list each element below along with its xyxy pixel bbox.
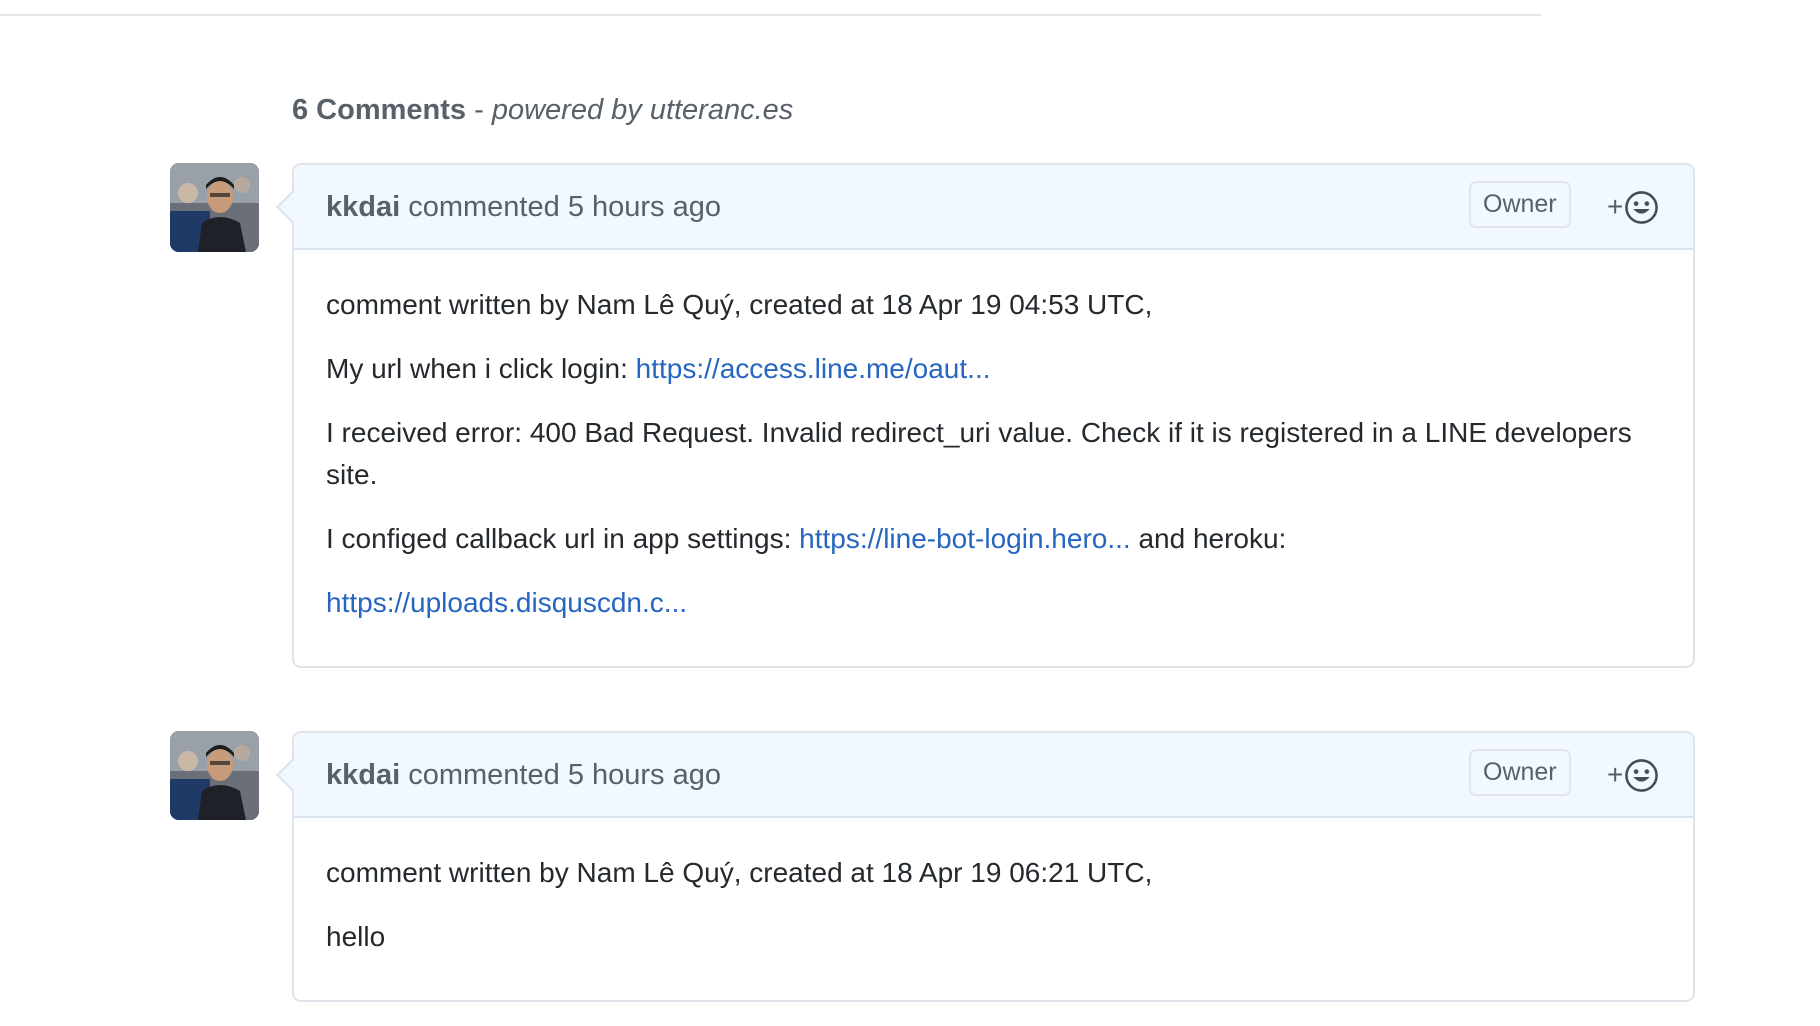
comment-pointer-fill	[279, 759, 295, 791]
owner-badge: Owner	[1469, 181, 1571, 228]
comment-timestamp[interactable]: 5 hours ago	[568, 191, 721, 223]
comment-author[interactable]: kkdai	[326, 191, 400, 223]
avatar-image	[170, 163, 259, 252]
add-reaction-button[interactable]: +	[1607, 189, 1659, 225]
comment-meta: kkdai commented 5 hours ago	[326, 187, 721, 227]
avatar[interactable]	[170, 163, 259, 252]
comment-box: kkdai commented 5 hours ago Owner + comm…	[276, 731, 1695, 1002]
add-reaction-button[interactable]: +	[1607, 757, 1659, 793]
comments-header: 6 Comments - powered by utteranc.es	[292, 90, 793, 130]
upload-image-link[interactable]: https://uploads.disquscdn.c...	[326, 587, 687, 618]
paragraph-text: comment written by Nam Lê Quý, created a…	[326, 289, 1153, 320]
paragraph-text: I configed callback url in app settings:	[326, 523, 800, 554]
divider	[0, 14, 1541, 16]
comment-header: kkdai commented 5 hours ago Owner +	[294, 165, 1693, 250]
comment-paragraph: I configed callback url in app settings:…	[326, 518, 1661, 560]
comment-paragraph: comment written by Nam Lê Quý, created a…	[326, 284, 1661, 326]
comment-box: kkdai commented 5 hours ago Owner + comm…	[276, 163, 1695, 668]
comment-paragraph: hello	[326, 916, 1661, 958]
paragraph-text: hello	[326, 921, 386, 952]
plus-icon: +	[1607, 191, 1624, 222]
comment-paragraph: I received error: 400 Bad Request. Inval…	[326, 412, 1661, 496]
comment-author[interactable]: kkdai	[326, 759, 400, 791]
callback-url-link[interactable]: https://line-bot-login.hero...	[799, 523, 1131, 554]
header-separator: -	[466, 94, 492, 126]
comment-meta: kkdai commented 5 hours ago	[326, 755, 721, 795]
paragraph-text: comment written by Nam Lê Quý, created a…	[326, 857, 1153, 888]
comments-page: 6 Comments - powered by utteranc.es kkda	[0, 0, 1820, 1026]
comment-paragraph: My url when i click login: https://acces…	[326, 348, 1661, 390]
plus-icon: +	[1607, 759, 1624, 790]
comment-header: kkdai commented 5 hours ago Owner +	[294, 733, 1693, 818]
comment-timestamp[interactable]: 5 hours ago	[568, 759, 721, 791]
comment-pointer-fill	[279, 191, 295, 223]
comment-action: commented	[400, 191, 568, 223]
avatar-image	[170, 731, 259, 820]
comment-paragraph: comment written by Nam Lê Quý, created a…	[326, 852, 1661, 894]
login-url-link[interactable]: https://access.line.me/oaut...	[636, 353, 991, 384]
paragraph-text: My url when i click login:	[326, 353, 636, 384]
smiley-icon	[1625, 190, 1659, 224]
smiley-icon	[1625, 758, 1659, 792]
powered-by-label[interactable]: powered by utteranc.es	[492, 94, 793, 126]
comment-count: 6 Comments	[292, 94, 467, 126]
comment-body: comment written by Nam Lê Quý, created a…	[294, 250, 1693, 666]
comment-action: commented	[400, 759, 568, 791]
owner-badge: Owner	[1469, 749, 1571, 796]
comment-paragraph: https://uploads.disquscdn.c...	[326, 582, 1661, 624]
avatar[interactable]	[170, 731, 259, 820]
comment-body: comment written by Nam Lê Quý, created a…	[294, 818, 1693, 1000]
paragraph-text: and heroku:	[1130, 523, 1287, 554]
paragraph-text: I received error: 400 Bad Request. Inval…	[326, 417, 1632, 490]
